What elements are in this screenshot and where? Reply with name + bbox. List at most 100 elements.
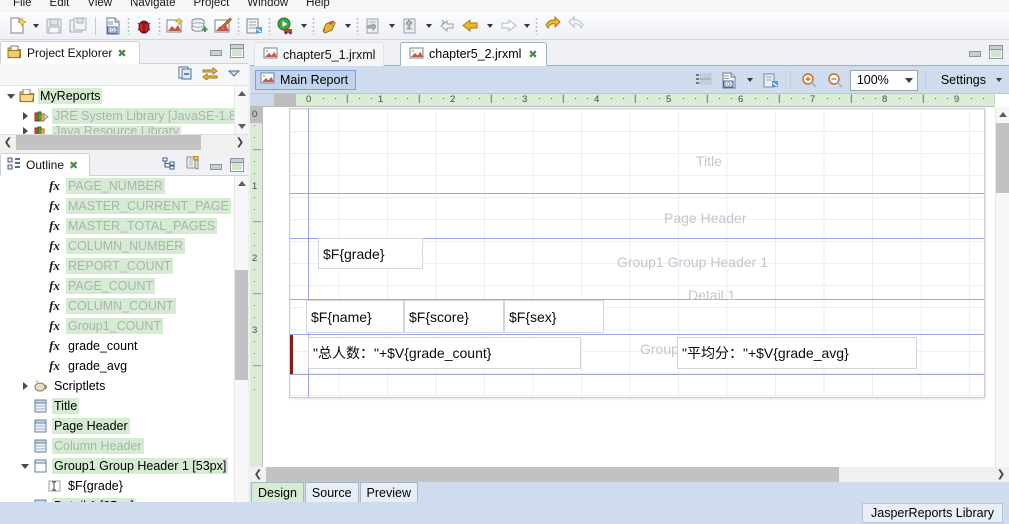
new-dropdown-arrow[interactable] [29, 14, 42, 38]
undo-icon[interactable] [540, 14, 564, 38]
maximize-icon[interactable] [230, 157, 244, 172]
canvas-vscroll-thumb[interactable] [996, 123, 1009, 193]
outline-item-report-count[interactable]: fx REPORT_COUNT [0, 256, 248, 276]
canvas-vertical-scrollbar[interactable] [995, 107, 1009, 467]
menu-item-view[interactable]: View [78, 0, 121, 10]
sex-field[interactable]: $F{sex} [504, 300, 604, 333]
menu-item-file[interactable]: File [4, 0, 41, 10]
score-field[interactable]: $F{score} [404, 300, 504, 333]
tab-preview[interactable]: Preview [359, 482, 418, 502]
external-tools-dropdown-arrow[interactable] [341, 14, 354, 38]
zoom-out-icon[interactable] [824, 68, 848, 92]
editor-tab-chapter5_2[interactable]: chapter5_2.jrxml ✖ [400, 42, 547, 66]
hscroll-track[interactable] [16, 134, 232, 150]
zoom-in-icon[interactable] [798, 68, 822, 92]
close-icon[interactable]: ✖ [69, 159, 78, 172]
view-tab-project-explorer[interactable]: Project Explorer ✖ [0, 41, 140, 64]
preview-icon[interactable] [163, 14, 187, 38]
forward-icon[interactable] [496, 14, 520, 38]
outline-item-title[interactable]: Title [0, 396, 248, 416]
tree-item-java-resource-library[interactable]: Java Resource Library [0, 126, 248, 134]
outline-item-scriptlets[interactable]: Scriptlets [0, 376, 248, 396]
step-return-icon[interactable] [398, 14, 422, 38]
outline-item-page-header[interactable]: Page Header [0, 416, 248, 436]
save-icon[interactable] [42, 14, 66, 38]
step-into-dropdown-arrow[interactable] [385, 14, 398, 38]
outline-item-page-number[interactable]: fx PAGE_NUMBER [0, 176, 248, 196]
tree-item-jre-system-library[interactable]: JRE System Library [JavaSE-1.8 [0, 106, 248, 126]
canvas-hscroll-track[interactable] [266, 467, 993, 482]
back-icon[interactable] [459, 14, 483, 38]
view-tab-outline[interactable]: Outline ✖ [0, 153, 90, 176]
view-menu-icon[interactable] [227, 67, 241, 82]
settings-label[interactable]: Settings [933, 73, 990, 87]
compile-icon[interactable] [759, 68, 783, 92]
canvas-horizontal-scrollbar[interactable]: ❮ ❯ [250, 467, 1009, 482]
outline-item-f-grade[interactable]: $F{grade} [0, 476, 248, 496]
scroll-up-icon[interactable] [996, 107, 1009, 122]
scroll-left-icon[interactable]: ❮ [0, 135, 16, 150]
close-icon[interactable]: ✖ [528, 48, 537, 61]
datasource-icon[interactable] [187, 14, 211, 38]
tree-layout-icon[interactable] [162, 157, 176, 173]
outline-vertical-scrollbar[interactable] [234, 176, 248, 516]
menu-item-project[interactable]: Project [184, 0, 238, 10]
project-explorer-vertical-scrollbar[interactable] [234, 86, 248, 134]
step-into-icon[interactable] [361, 14, 385, 38]
outline-item-grade-avg[interactable]: fx grade_avg [0, 356, 248, 376]
chevron-down-icon[interactable] [18, 459, 32, 473]
chevron-right-icon[interactable] [18, 126, 32, 134]
outline-item-group1-group-header-1-53px[interactable]: Group1 Group Header 1 [53px] [0, 456, 248, 476]
back-dropdown-arrow[interactable] [483, 14, 496, 38]
run-dropdown-arrow[interactable] [297, 14, 310, 38]
new-icon[interactable] [5, 14, 29, 38]
chevron-down-icon[interactable] [4, 89, 18, 103]
edit-query-icon[interactable] [211, 14, 235, 38]
outline-item-group1-count[interactable]: fx Group1_COUNT [0, 316, 248, 336]
outline-item-master-total-pages[interactable]: fx MASTER_TOTAL_PAGES [0, 216, 248, 236]
chevron-right-icon[interactable] [18, 379, 32, 393]
outline-item-column-count[interactable]: fx COLUMN_COUNT [0, 296, 248, 316]
link-with-editor-icon[interactable] [202, 66, 218, 83]
grade-count-field[interactable]: "总人数："+$V{grade_count} [308, 337, 581, 369]
main-report-button[interactable]: Main Report [255, 69, 357, 90]
tab-source[interactable]: Source [304, 482, 359, 502]
collapse-all-icon[interactable] [178, 66, 193, 83]
editor-tab-chapter5_1[interactable]: chapter5_1.jrxml [254, 42, 385, 66]
external-tools-icon[interactable] [317, 14, 341, 38]
maximize-icon[interactable] [989, 45, 1003, 59]
scroll-right-icon[interactable]: ❯ [993, 467, 1009, 482]
hscroll-thumb[interactable] [16, 134, 201, 150]
scroll-up-icon[interactable] [235, 86, 248, 101]
maximize-icon[interactable] [230, 44, 244, 58]
scroll-right-icon[interactable]: ❯ [232, 135, 248, 150]
minimize-icon[interactable] [967, 45, 981, 59]
report-design-canvas[interactable]: 0 · · | · · 1 · · | · · 2 · · | · · 3 · · | · · 4 · · | · · 5 · · | · · 6 · · |… [250, 94, 1009, 467]
report-elements-icon[interactable] [184, 155, 200, 173]
grade-field[interactable]: $F{grade} [318, 238, 423, 269]
scroll-up-icon[interactable] [235, 176, 248, 191]
report-page[interactable]: Title Page Header Group1 Group Header 1 … [289, 108, 985, 398]
chevron-right-icon[interactable] [18, 109, 32, 123]
grade-avg-field[interactable]: "平均分："+$V{grade_avg} [677, 337, 917, 369]
run-icon[interactable] [273, 14, 297, 38]
settings-dropdown-arrow[interactable] [992, 68, 1005, 92]
scroll-down-icon[interactable] [235, 119, 248, 134]
back-small-icon[interactable] [435, 14, 459, 38]
minimize-icon[interactable] [208, 158, 222, 172]
outline-item-column-header[interactable]: Column Header [0, 436, 248, 456]
project-explorer-tree[interactable]: MyReports JRE System Library [JavaSE-1.8 [0, 86, 248, 134]
menu-item-window[interactable]: Window [238, 0, 297, 10]
vscroll-thumb[interactable] [235, 270, 248, 380]
outline-item-grade-count[interactable]: fx grade_count [0, 336, 248, 356]
outline-tree[interactable]: fx PAGE_NUMBER fx MASTER_CURRENT_PAGE fx MAST… [0, 176, 248, 516]
tree-item-myreports[interactable]: MyReports [0, 86, 248, 106]
save-all-icon[interactable] [66, 14, 90, 38]
debug-icon[interactable] [132, 14, 156, 38]
outline-item-column-number[interactable]: fx COLUMN_NUMBER [0, 236, 248, 256]
minimize-icon[interactable] [208, 44, 222, 58]
dataset-icon[interactable]: 010 [718, 68, 742, 92]
outline-item-page-count[interactable]: fx PAGE_COUNT [0, 276, 248, 296]
menu-item-navigate[interactable]: Navigate [121, 0, 184, 10]
menu-item-help[interactable]: Help [297, 0, 339, 10]
